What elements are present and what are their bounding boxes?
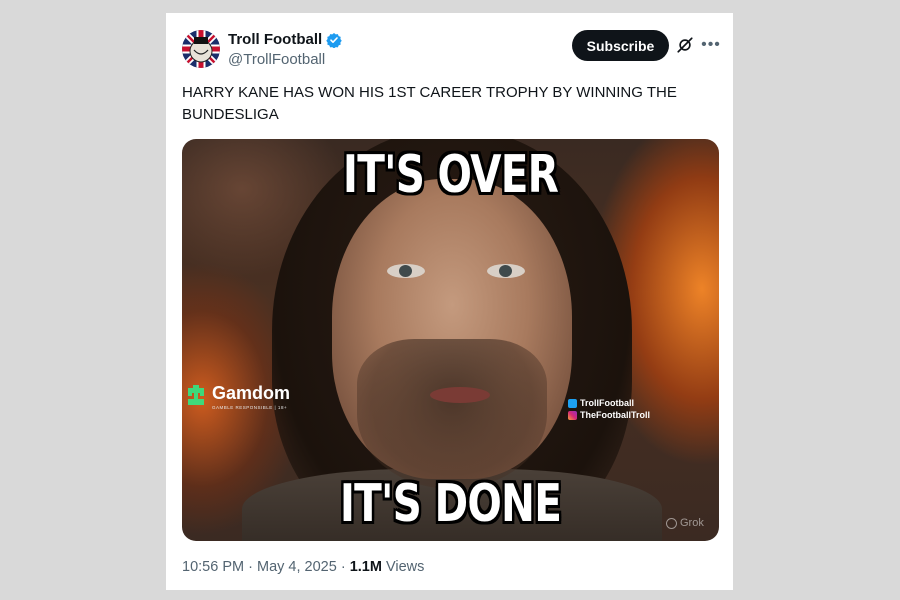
views-label[interactable]: Views bbox=[386, 559, 424, 575]
instagram-icon bbox=[568, 410, 577, 420]
social-instagram: TheFootballTroll bbox=[580, 410, 650, 420]
meme-bottom-caption: IT'S DONE bbox=[339, 474, 562, 534]
sponsor-name: Gamdom bbox=[212, 383, 291, 403]
watermark-text: Grok bbox=[680, 517, 704, 529]
social-twitter: TrollFootball bbox=[580, 398, 634, 408]
mouth-shape bbox=[430, 387, 490, 403]
twitter-icon bbox=[568, 398, 577, 408]
subscribe-button[interactable]: Subscribe bbox=[572, 30, 669, 61]
display-name[interactable]: Troll Football bbox=[228, 31, 322, 48]
tweet-time[interactable]: 10:56 PM bbox=[182, 559, 244, 575]
meta-separator: · bbox=[340, 559, 346, 575]
tweet-date[interactable]: May 4, 2025 bbox=[257, 559, 337, 575]
views-count[interactable]: 1.1M bbox=[350, 559, 382, 575]
beard-shape bbox=[357, 339, 547, 489]
sponsor-tagline: GAMBLE RESPONSIBLE | 18+ bbox=[212, 405, 288, 410]
right-eye-shape bbox=[487, 264, 525, 278]
sponsor-logo: Gamdom GAMBLE RESPONSIBLE | 18+ bbox=[186, 383, 290, 410]
verified-badge-icon bbox=[326, 32, 342, 48]
grok-watermark-icon bbox=[666, 517, 677, 529]
social-handles: TrollFootball TheFootballTroll bbox=[568, 397, 650, 421]
tweet-text: HARRY KANE HAS WON HIS 1ST CAREER TROPHY… bbox=[182, 84, 677, 123]
meta-separator: · bbox=[248, 559, 253, 575]
left-eye-shape bbox=[387, 264, 425, 278]
more-icon[interactable]: ••• bbox=[701, 35, 721, 55]
grok-icon[interactable] bbox=[676, 36, 694, 54]
name-row: Troll Football bbox=[228, 31, 342, 48]
grok-watermark: Grok bbox=[666, 517, 704, 529]
tweet-card: Troll Football @TrollFootball Subscribe … bbox=[166, 13, 733, 590]
meme-top-caption: IT'S OVER bbox=[342, 145, 559, 205]
gamdom-icon bbox=[188, 385, 204, 405]
tweet-meta: 10:56 PM · May 4, 2025 · 1.1M Views bbox=[182, 559, 424, 575]
avatar[interactable] bbox=[182, 30, 220, 68]
tweet-media[interactable]: IT'S OVER IT'S DONE Gamdom GAMBLE RESPON… bbox=[182, 139, 719, 541]
handle[interactable]: @TrollFootball bbox=[228, 51, 325, 68]
